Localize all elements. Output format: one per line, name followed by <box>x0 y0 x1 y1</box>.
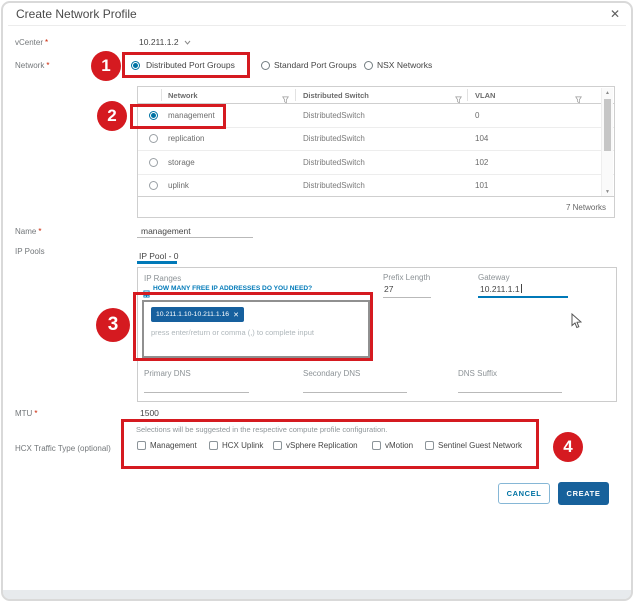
create-network-profile-dialog: Create Network Profile ✕ vCenter * 10.211… <box>0 0 634 602</box>
annotation-marker-1: 1 <box>91 51 121 81</box>
prefix-length-label: Prefix Length <box>383 273 431 282</box>
gateway-underline-focused <box>478 296 568 298</box>
ip-ranges-label: IP Ranges <box>144 274 182 283</box>
column-divider <box>467 89 468 101</box>
column-divider <box>161 89 162 101</box>
primary-dns-label: Primary DNS <box>144 369 191 378</box>
text-caret <box>520 284 522 293</box>
name-input[interactable]: management <box>141 226 191 236</box>
filter-icon[interactable] <box>455 91 462 109</box>
close-icon[interactable]: ✕ <box>610 7 620 21</box>
dialog-shadow <box>3 590 631 599</box>
cell-switch: DistributedSwitch <box>303 181 365 191</box>
chevron-down-icon <box>184 37 191 47</box>
radio-label-nsx-networks[interactable]: NSX Networks <box>377 60 432 70</box>
cell-network: uplink <box>168 181 189 191</box>
cell-switch: DistributedSwitch <box>303 157 365 167</box>
ip-pools-label: IP Pools <box>15 247 45 256</box>
filter-icon[interactable] <box>282 91 289 109</box>
column-header-vlan: VLAN <box>475 91 496 100</box>
cell-network: replication <box>168 134 205 144</box>
hcx-traffic-type-label: HCX Traffic Type (optional) <box>15 444 111 453</box>
annotation-marker-2: 2 <box>97 101 127 131</box>
cell-network: storage <box>168 157 195 167</box>
mtu-input[interactable]: 1500 <box>140 408 159 418</box>
row-radio-cell[interactable] <box>138 157 168 167</box>
table-row-replication[interactable]: replication DistributedSwitch 104 <box>138 128 614 151</box>
required-asterisk: * <box>46 61 50 70</box>
dns-suffix-input[interactable] <box>458 392 562 393</box>
table-row-uplink[interactable]: uplink DistributedSwitch 101 <box>138 175 614 198</box>
table-scrollbar[interactable]: ▲ ▼ <box>601 88 613 197</box>
gateway-input[interactable]: 10.211.1.1 <box>480 284 522 294</box>
cell-vlan: 0 <box>475 110 480 120</box>
row-radio[interactable] <box>148 181 158 191</box>
row-radio-cell[interactable] <box>138 134 168 144</box>
cell-switch: DistributedSwitch <box>303 110 365 120</box>
table-footer: 7 Networks <box>138 196 614 217</box>
required-asterisk: * <box>45 38 49 47</box>
annotation-box-3 <box>133 292 373 361</box>
tab-active-underline <box>137 261 177 264</box>
radio-nsx-networks[interactable] <box>364 61 373 70</box>
dns-suffix-label: DNS Suffix <box>458 369 497 378</box>
radio-label-standard-port-groups[interactable]: Standard Port Groups <box>274 60 357 70</box>
table-row-storage[interactable]: storage DistributedSwitch 102 <box>138 151 614 175</box>
cell-vlan: 102 <box>475 157 489 167</box>
vcenter-label: vCenter * <box>15 38 49 47</box>
vcenter-select[interactable]: 10.211.1.2 <box>139 37 191 47</box>
filter-icon[interactable] <box>575 91 582 109</box>
tab-ip-pool-0[interactable]: IP Pool - 0 <box>139 251 179 261</box>
dialog-title: Create Network Profile <box>16 7 137 21</box>
required-asterisk: * <box>38 227 42 236</box>
name-label: Name * <box>15 227 42 236</box>
scroll-down-icon[interactable]: ▼ <box>602 189 613 195</box>
cell-switch: DistributedSwitch <box>303 134 365 144</box>
secondary-dns-label: Secondary DNS <box>303 369 361 378</box>
cancel-button[interactable]: CANCEL <box>498 483 550 504</box>
name-input-underline <box>137 237 253 238</box>
annotation-box-1 <box>122 52 250 78</box>
create-button[interactable]: CREATE <box>558 482 609 505</box>
scrollbar-thumb[interactable] <box>604 99 611 151</box>
column-header-distributed-switch: Distributed Switch <box>303 91 369 100</box>
radio-standard-port-groups[interactable] <box>261 61 270 70</box>
cell-vlan: 104 <box>475 134 489 144</box>
row-radio[interactable] <box>148 157 158 167</box>
table-header: Network Distributed Switch VLAN <box>138 87 614 104</box>
annotation-box-4 <box>121 419 539 469</box>
prefix-length-input[interactable]: 27 <box>384 284 393 294</box>
scroll-up-icon[interactable]: ▲ <box>602 90 613 96</box>
required-asterisk: * <box>34 409 38 418</box>
primary-dns-input[interactable] <box>144 392 249 393</box>
secondary-dns-input[interactable] <box>303 392 407 393</box>
annotation-box-2 <box>130 104 226 129</box>
annotation-marker-4: 4 <box>553 432 583 462</box>
row-radio-cell[interactable] <box>138 181 168 191</box>
mouse-cursor-icon <box>571 312 583 334</box>
cell-vlan: 101 <box>475 181 489 191</box>
prefix-length-underline <box>383 297 431 298</box>
gateway-label: Gateway <box>478 273 510 282</box>
column-header-network: Network <box>168 91 198 100</box>
column-divider <box>295 89 296 101</box>
title-divider <box>8 25 626 26</box>
network-label: Network * <box>15 61 50 70</box>
annotation-marker-3: 3 <box>96 308 130 342</box>
row-radio[interactable] <box>148 134 158 144</box>
mtu-label: MTU * <box>15 409 38 418</box>
